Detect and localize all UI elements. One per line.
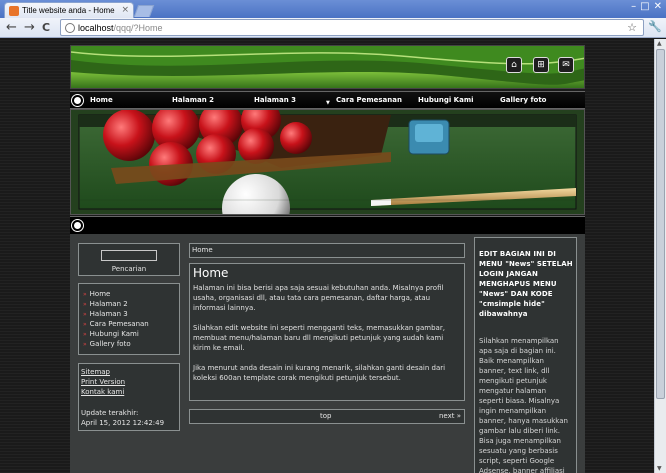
- news-text: Silahkan menampilkan apa saja di bagian …: [479, 337, 568, 473]
- page-title: Home: [193, 266, 229, 280]
- browser-titlebar: Title website anda - Home × – □ ✕: [0, 0, 666, 18]
- banner-image: [70, 109, 585, 215]
- site-header: ⌂ ⊞ ✉: [70, 45, 585, 89]
- website: ⌂ ⊞ ✉ Home Halaman 2 Halaman 3 ▼ Cara Pe…: [70, 45, 585, 473]
- search-label: Pencarian: [111, 265, 147, 273]
- page-viewport: ⌂ ⊞ ✉ Home Halaman 2 Halaman 3 ▼ Cara Pe…: [0, 39, 654, 473]
- main-menu: Home Halaman 2 Halaman 3 ▼ Cara Pemesana…: [70, 91, 585, 109]
- menu-item-halaman-2[interactable]: Halaman 2: [172, 96, 214, 104]
- scroll-thumb[interactable]: [656, 49, 665, 399]
- last-updated-value: April 15, 2012 12:42:49: [81, 419, 165, 427]
- forward-icon[interactable]: →: [24, 20, 35, 36]
- sidebar-item-gallery-foto[interactable]: Gallery foto: [83, 340, 131, 348]
- news-heading: EDIT BAGIAN INI DI MENU "News" SETELAH L…: [479, 250, 573, 318]
- close-tab-icon[interactable]: ×: [121, 5, 129, 15]
- back-icon[interactable]: ←: [6, 20, 17, 36]
- sidebar-item-halaman-2[interactable]: Halaman 2: [83, 300, 128, 308]
- menu-item-cara-pemesanan[interactable]: Cara Pemesanan: [336, 96, 402, 104]
- mail-icon[interactable]: ✉: [558, 57, 574, 73]
- print-version-link[interactable]: Print Version: [81, 378, 125, 386]
- banner-footer-bar: [70, 216, 585, 234]
- content-area: Pencarian Home Halaman 2 Halaman 3 Cara …: [70, 234, 585, 473]
- content-paragraph-2: Silahkan edit website ini seperti mengga…: [193, 324, 445, 352]
- reload-icon[interactable]: C: [42, 20, 50, 36]
- browser-tab[interactable]: Title website anda - Home ×: [4, 2, 134, 18]
- breadcrumb-home[interactable]: Home: [192, 246, 213, 254]
- last-updated-label: Update terakhir:: [81, 409, 139, 417]
- sitemap-icon[interactable]: ⊞: [533, 57, 549, 73]
- browser-toolbar: ← → C localhost /qqq/?Home ☆ 🔧: [0, 18, 666, 38]
- window-controls: – □ ✕: [631, 2, 662, 12]
- wrench-icon[interactable]: 🔧: [648, 20, 662, 33]
- maximize-icon[interactable]: □: [640, 2, 649, 12]
- search-input[interactable]: [101, 250, 157, 261]
- news-panel: EDIT BAGIAN INI DI MENU "News" SETELAH L…: [474, 237, 577, 473]
- menu-item-halaman-3[interactable]: Halaman 3: [254, 96, 296, 104]
- minimize-icon[interactable]: –: [631, 2, 636, 12]
- menu-item-hubungi-kami[interactable]: Hubungi Kami: [418, 96, 474, 104]
- content-paragraph-1: Halaman ini bisa berisi apa saja sesuai …: [193, 284, 444, 312]
- main-content: Home Halaman ini bisa berisi apa saja se…: [189, 263, 465, 401]
- address-host: localhost: [78, 22, 114, 33]
- favicon-icon: [9, 5, 19, 16]
- scroll-down-icon[interactable]: ▼: [657, 465, 662, 472]
- tab-title: Title website anda - Home: [22, 6, 115, 15]
- sidebar-item-cara-pemesanan[interactable]: Cara Pemesanan: [83, 320, 149, 328]
- bar-bullet-icon: [72, 220, 83, 231]
- kontak-kami-link[interactable]: Kontak kami: [81, 388, 124, 396]
- close-window-icon[interactable]: ✕: [654, 2, 662, 12]
- menu-bullet-icon: [72, 95, 83, 106]
- menu-item-home[interactable]: Home: [90, 96, 113, 104]
- sidebar-links-panel: Sitemap Print Version Kontak kami Update…: [78, 363, 180, 431]
- new-tab-button[interactable]: [133, 5, 155, 17]
- home-icon[interactable]: ⌂: [506, 57, 522, 73]
- address-path: /qqq/?Home: [113, 22, 163, 33]
- scroll-up-icon[interactable]: ▲: [657, 40, 662, 47]
- billiards-banner-graphic: [71, 110, 584, 214]
- top-link[interactable]: top: [320, 412, 331, 420]
- chevron-down-icon: ▼: [326, 100, 330, 106]
- search-panel: Pencarian: [78, 243, 180, 276]
- sidebar-item-hubungi-kami[interactable]: Hubungi Kami: [83, 330, 139, 338]
- sidebar-item-halaman-3[interactable]: Halaman 3: [83, 310, 128, 318]
- content-paragraph-3: Jika menurut anda desain ini kurang mena…: [193, 364, 446, 382]
- bookmark-star-icon[interactable]: ☆: [627, 21, 637, 34]
- pager: top next »: [189, 409, 465, 424]
- menu-item-gallery-foto[interactable]: Gallery foto: [500, 96, 546, 104]
- page-icon: [65, 22, 75, 33]
- breadcrumb: Home: [189, 243, 465, 258]
- address-bar[interactable]: localhost /qqq/?Home ☆: [60, 19, 644, 36]
- vertical-scrollbar[interactable]: ▲ ▼: [654, 39, 666, 473]
- next-link[interactable]: next »: [439, 412, 461, 420]
- sidebar-item-home[interactable]: Home: [83, 290, 111, 298]
- sitemap-link[interactable]: Sitemap: [81, 368, 110, 376]
- sidebar-menu: Home Halaman 2 Halaman 3 Cara Pemesanan …: [78, 283, 180, 355]
